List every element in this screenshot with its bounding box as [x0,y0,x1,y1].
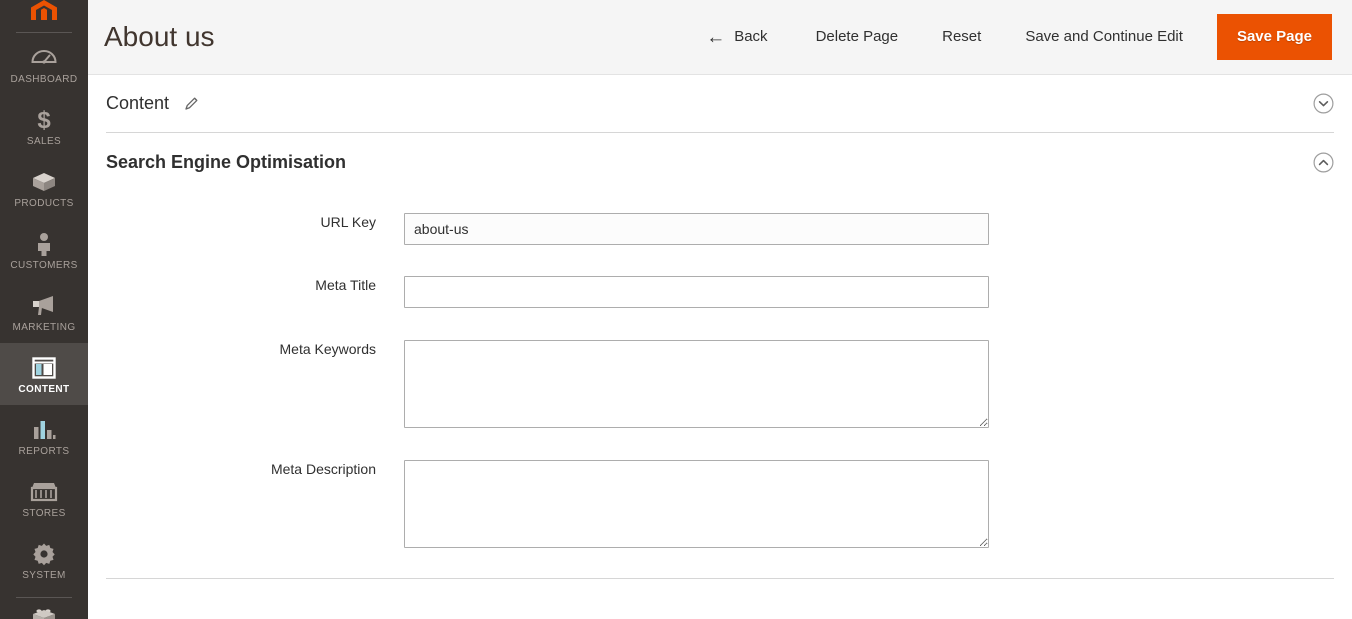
sidebar-item-label: DASHBOARD [10,73,78,85]
page-title: About us [104,21,215,52]
magento-logo-icon[interactable] [0,0,88,22]
page-header: About us ← Back Delete Page Reset Save a… [88,0,1352,75]
save-page-button[interactable]: Save Page [1216,14,1332,60]
section-content: Content [106,75,1334,133]
meta-keywords-label: Meta Keywords [279,341,376,357]
meta-title-control [404,276,989,308]
section-seo-title: Search Engine Optimisation [106,151,347,172]
sidebar-item-label: SYSTEM [22,569,66,581]
sidebar-item-label: STORES [22,507,66,519]
back-button[interactable]: ← Back [692,19,793,55]
sidebar-item-label: CONTENT [18,383,70,395]
url-key-input[interactable] [404,213,989,245]
sidebar-item-label: MARKETING [12,321,76,333]
sidebar-item-label: CUSTOMERS [10,259,78,271]
extensions-block-icon[interactable] [0,598,88,619]
storefront-icon [30,479,58,505]
page-actions-toolbar: ← Back Delete Page Reset Save and Contin… [692,14,1332,60]
save-and-continue-edit-button[interactable]: Save and Continue Edit [1003,19,1205,55]
gear-icon [32,541,56,567]
sidebar-item-customers[interactable]: CUSTOMERS [0,219,88,281]
field-row-meta-description: Meta Description [106,460,1334,548]
sidebar-item-reports[interactable]: REPORTS [0,405,88,467]
section-seo-header[interactable]: Search Engine Optimisation [106,133,1334,191]
meta-title-label: Meta Title [315,277,376,293]
chevron-up-circle-icon[interactable] [1312,151,1334,173]
svg-text:$: $ [37,107,51,133]
layout-window-icon [32,355,56,381]
meta-description-textarea[interactable] [404,460,989,548]
section-content-title: Content [106,93,170,113]
meta-keywords-textarea[interactable] [404,340,989,428]
page-body: Content Search Engine Optimisation URL K… [88,75,1352,548]
admin-sidebar: DASHBOARD $ SALES PRODUCTS CUSTOMERS MAR… [0,0,88,619]
dollar-sign-icon: $ [33,107,55,133]
sidebar-item-dashboard[interactable]: DASHBOARD [0,33,88,95]
section-bottom-divider [106,578,1334,579]
sidebar-item-stores[interactable]: STORES [0,467,88,529]
field-row-url-key: URL Key [106,213,1334,245]
meta-title-input[interactable] [404,276,989,308]
meta-keywords-control [404,340,989,428]
sidebar-item-label: PRODUCTS [14,197,74,209]
pencil-icon[interactable] [181,93,202,114]
chevron-down-circle-icon[interactable] [1312,93,1334,115]
sidebar-item-marketing[interactable]: MARKETING [0,281,88,343]
main-content-area: About us ← Back Delete Page Reset Save a… [88,0,1352,619]
url-key-label: URL Key [320,214,376,230]
reset-button[interactable]: Reset [920,19,1003,55]
section-content-header[interactable]: Content [106,75,1334,133]
admin-page: DASHBOARD $ SALES PRODUCTS CUSTOMERS MAR… [0,0,1352,619]
seo-form: URL Key Meta Title Meta Keywords [106,191,1334,548]
field-row-meta-keywords: Meta Keywords [106,340,1334,428]
megaphone-icon [30,293,58,319]
arrow-left-icon: ← [706,26,726,48]
sidebar-item-content[interactable]: CONTENT [0,343,88,405]
delete-page-button[interactable]: Delete Page [794,19,921,55]
bar-chart-icon [32,417,56,443]
section-seo: Search Engine Optimisation URL Key about… [106,133,1334,548]
sidebar-item-system[interactable]: SYSTEM [0,529,88,591]
dashboard-gauge-icon [31,45,57,71]
url-key-control [404,213,989,245]
sidebar-item-products[interactable]: PRODUCTS [0,157,88,219]
sidebar-item-label: SALES [26,135,62,147]
person-icon [35,231,53,257]
meta-description-label: Meta Description [270,461,376,477]
sidebar-item-label: REPORTS [18,445,70,457]
box-package-icon [31,169,57,195]
back-button-label: Back [734,28,768,45]
meta-description-control [404,460,989,548]
sidebar-item-sales[interactable]: $ SALES [0,95,88,157]
field-row-meta-title: Meta Title [106,276,1334,308]
